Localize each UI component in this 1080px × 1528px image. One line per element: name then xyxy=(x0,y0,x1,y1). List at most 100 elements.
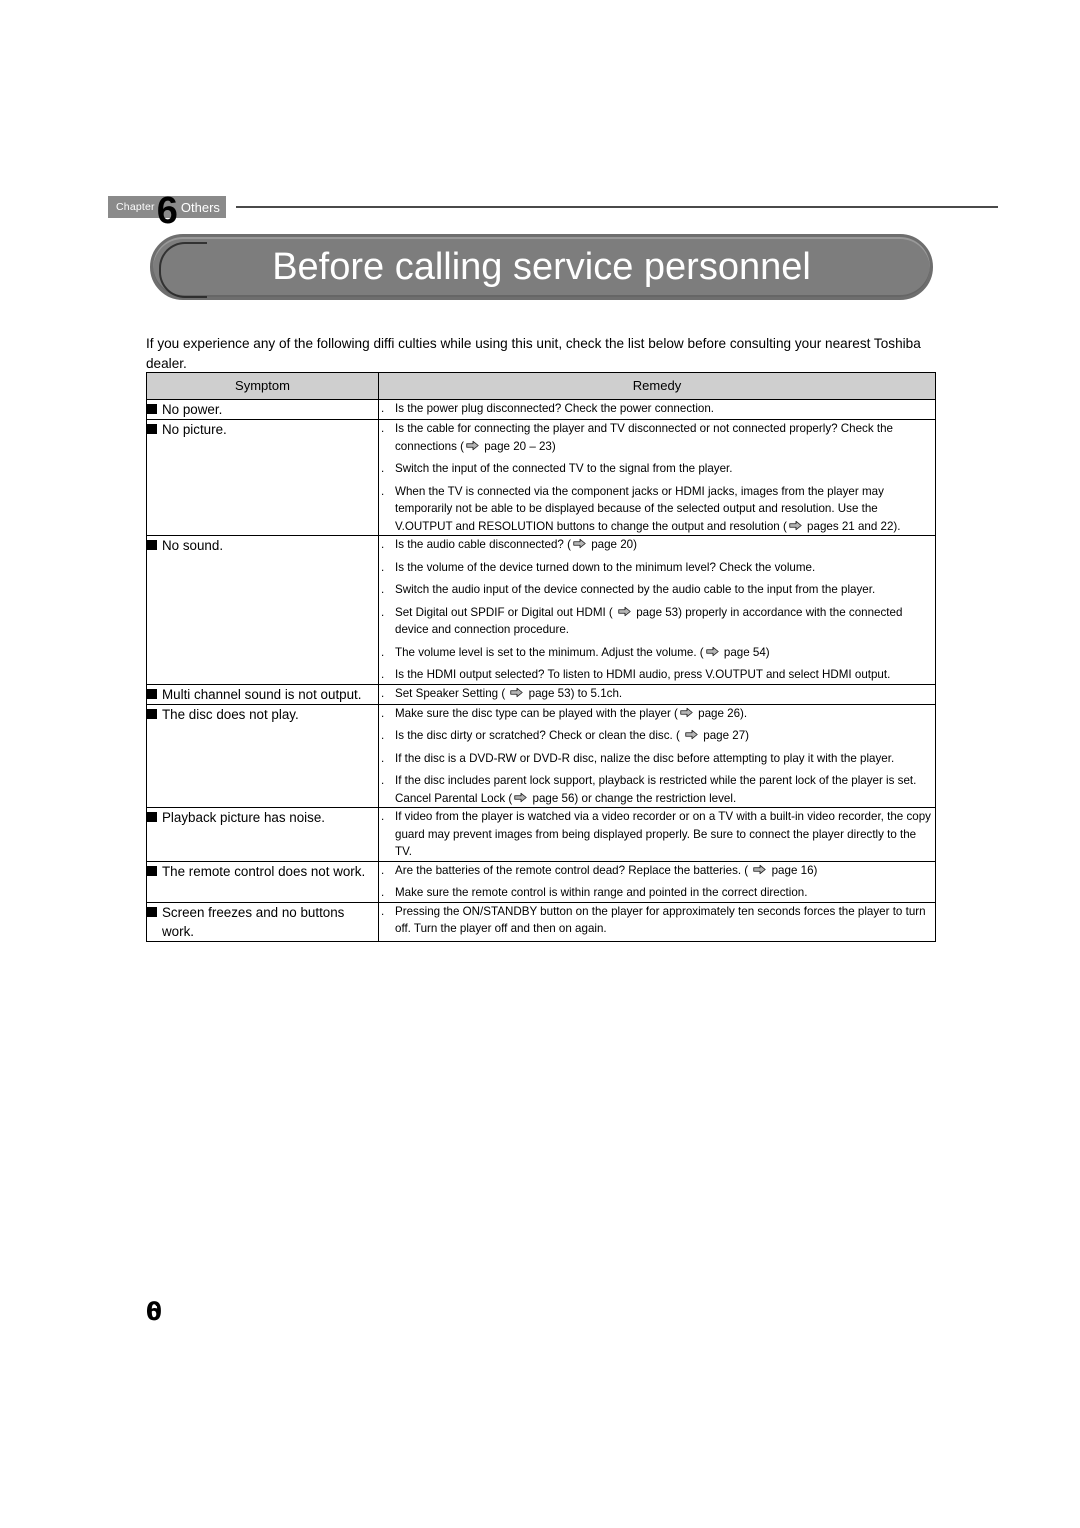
remedy-cell: . Pressing the ON/STANDBY button on the p… xyxy=(378,901,936,942)
bullet-square-icon xyxy=(147,906,157,917)
remedy-text: Pressing the ON/STANDBY button on the pl… xyxy=(395,904,926,936)
table-row: No power.. Is the power plug disconnected… xyxy=(146,399,936,420)
remedy-text: Is the disc dirty or scratched? Check or… xyxy=(395,729,750,742)
remedy-item: . Is the disc dirty or scratched? Check o… xyxy=(379,727,935,745)
remedy-text: Switch the audio input of the device con… xyxy=(395,583,876,596)
remedy-cell: . Make sure the disc type can be played w… xyxy=(378,703,936,808)
remedy-bullet-icon: . xyxy=(381,583,385,596)
remedy-item: . Is the cable for connecting the player … xyxy=(379,420,935,455)
remedy-bullet-icon: . xyxy=(381,810,385,823)
chapter-number: 6 xyxy=(156,190,178,233)
remedy-text: Is the audio cable disconnected? ( page … xyxy=(395,538,637,551)
remedy-text: Is the cable for connecting the player a… xyxy=(395,422,893,453)
remedy-item: . Set Speaker Setting ( page 53) to 5.1ch… xyxy=(379,685,935,703)
remedy-text: Make sure the disc type can be played wi… xyxy=(395,706,748,720)
symptom-cell: No sound. xyxy=(146,535,379,685)
remedy-bullet-icon: . xyxy=(381,538,385,551)
symptom-text: The remote control does not work. xyxy=(162,863,366,879)
column-header-remedy: Remedy xyxy=(378,372,936,400)
remedy-bullet-icon: . xyxy=(381,668,385,681)
table-header-row: Symptom Remedy xyxy=(146,372,936,400)
symptom-text: No picture. xyxy=(162,422,227,437)
troubleshooting-table: Symptom Remedy No power.. Is the power pl… xyxy=(146,372,936,942)
remedy-item: . Make sure the remote control is within … xyxy=(379,884,935,902)
remedy-item: . If the disc includes parent lock suppor… xyxy=(379,772,935,807)
remedy-item: . Is the HDMI output selected? To listen … xyxy=(379,666,935,684)
remedy-item: . Switch the input of the connected TV to… xyxy=(379,460,935,478)
remedy-bullet-icon: . xyxy=(381,645,385,659)
page-title-banner: Before calling service personnel xyxy=(150,234,933,300)
remedy-cell: . Is the audio cable disconnected? ( page… xyxy=(378,535,936,685)
header-divider xyxy=(236,206,998,208)
remedy-bullet-icon: . xyxy=(381,904,385,918)
remedy-bullet-icon: . xyxy=(381,402,385,415)
remedy-cell: . Set Speaker Setting ( page 53) to 5.1ch… xyxy=(378,683,936,705)
page-reference-arrow-icon xyxy=(466,440,479,450)
remedy-text: Set Speaker Setting ( page 53) to 5.1ch. xyxy=(395,686,623,700)
remedy-item: . The volume level is set to the minimum.… xyxy=(379,644,935,662)
remedy-item: . If video from the player is watched via… xyxy=(379,808,935,861)
remedy-bullet-icon: . xyxy=(381,686,385,700)
page-title: Before calling service personnel xyxy=(272,245,811,288)
remedy-cell: . Are the batteries of the remote control… xyxy=(378,860,936,903)
remedy-bullet-icon: . xyxy=(381,605,385,619)
page-reference-arrow-icon xyxy=(573,538,586,549)
page-reference-arrow-icon xyxy=(753,864,767,874)
bullet-square-icon xyxy=(147,688,157,699)
remedy-text: The volume level is set to the minimum. … xyxy=(395,645,770,659)
remedy-cell: . Is the power plug disconnected? Check t… xyxy=(378,399,936,420)
remedy-text: If the disc is a DVD-RW or DVD-R disc, n… xyxy=(395,751,895,765)
symptom-cell: No picture. xyxy=(146,419,379,536)
symptom-text: Screen freezes and no buttons work. xyxy=(162,904,345,939)
table-row: Playback picture has noise.. If video fro… xyxy=(146,807,936,862)
remedy-bullet-icon: . xyxy=(381,886,385,899)
symptom-cell: Multi channel sound is not output. xyxy=(146,683,379,705)
remedy-item: . Pressing the ON/STANDBY button on the p… xyxy=(379,903,935,938)
symptom-text: No sound. xyxy=(162,538,224,553)
page-number: 60 xyxy=(146,1296,162,1326)
remedy-text: Make sure the remote control is within r… xyxy=(395,886,808,899)
table-row: Multi channel sound is not output.. Set S… xyxy=(146,683,936,705)
remedy-item: . Set Digital out SPDIF or Digital out HD… xyxy=(379,604,935,639)
table-row: The remote control does not work. . Are th… xyxy=(146,860,936,903)
page-reference-arrow-icon xyxy=(618,606,631,616)
bullet-square-icon xyxy=(147,540,157,550)
table-row: The disc does not play.. Make sure the di… xyxy=(146,703,936,808)
table-row: No picture.. Is the cable for connecting … xyxy=(146,419,936,536)
remedy-text: Set Digital out SPDIF or Digital out HDM… xyxy=(395,605,903,637)
remedy-item: . Is the volume of the device turned down… xyxy=(379,559,935,577)
page-reference-arrow-icon xyxy=(680,707,693,717)
chapter-header: Chapter 6 Others xyxy=(108,193,998,230)
chapter-name: Others xyxy=(180,199,220,215)
remedy-item: . If the disc is a DVD-RW or DVD-R disc, … xyxy=(379,750,935,768)
remedy-item: . Switch the audio input of the device co… xyxy=(379,581,935,599)
remedy-bullet-icon: . xyxy=(381,863,385,877)
symptom-text: The disc does not play. xyxy=(162,706,299,722)
symptom-text: Playback picture has noise. xyxy=(162,810,326,825)
bullet-square-icon xyxy=(147,404,157,414)
chapter-tab: Chapter 6 Others xyxy=(108,193,226,230)
remedy-bullet-icon: . xyxy=(381,560,385,574)
bullet-square-icon xyxy=(147,424,157,434)
bullet-square-icon xyxy=(147,708,157,719)
remedy-bullet-icon: . xyxy=(381,484,385,498)
remedy-text: If video from the player is watched via … xyxy=(395,810,931,858)
remedy-text: When the TV is connected via the compone… xyxy=(395,484,901,533)
symptom-cell: The disc does not play. xyxy=(146,703,379,808)
page-reference-arrow-icon xyxy=(789,520,802,530)
remedy-text: If the disc includes parent lock support… xyxy=(395,774,917,805)
table-body: Symptom Remedy No power.. Is the power pl… xyxy=(146,372,936,942)
remedy-bullet-icon: . xyxy=(381,422,385,435)
remedy-cell: . Is the cable for connecting the player … xyxy=(378,419,936,536)
remedy-text: Switch the input of the connected TV to … xyxy=(395,462,733,475)
symptom-cell: Playback picture has noise. xyxy=(146,807,379,862)
remedy-bullet-icon: . xyxy=(381,462,385,475)
remedy-bullet-icon: . xyxy=(381,751,385,765)
table-row: No sound.. Is the audio cable disconnecte… xyxy=(146,535,936,685)
remedy-bullet-icon: . xyxy=(381,729,385,742)
remedy-bullet-icon: . xyxy=(381,774,385,787)
remedy-item: . Is the audio cable disconnected? ( page… xyxy=(379,536,935,554)
remedy-item: . When the TV is connected via the compon… xyxy=(379,483,935,536)
symptom-text: Multi channel sound is not output. xyxy=(162,686,362,702)
remedy-item: . Make sure the disc type can be played w… xyxy=(379,705,935,723)
